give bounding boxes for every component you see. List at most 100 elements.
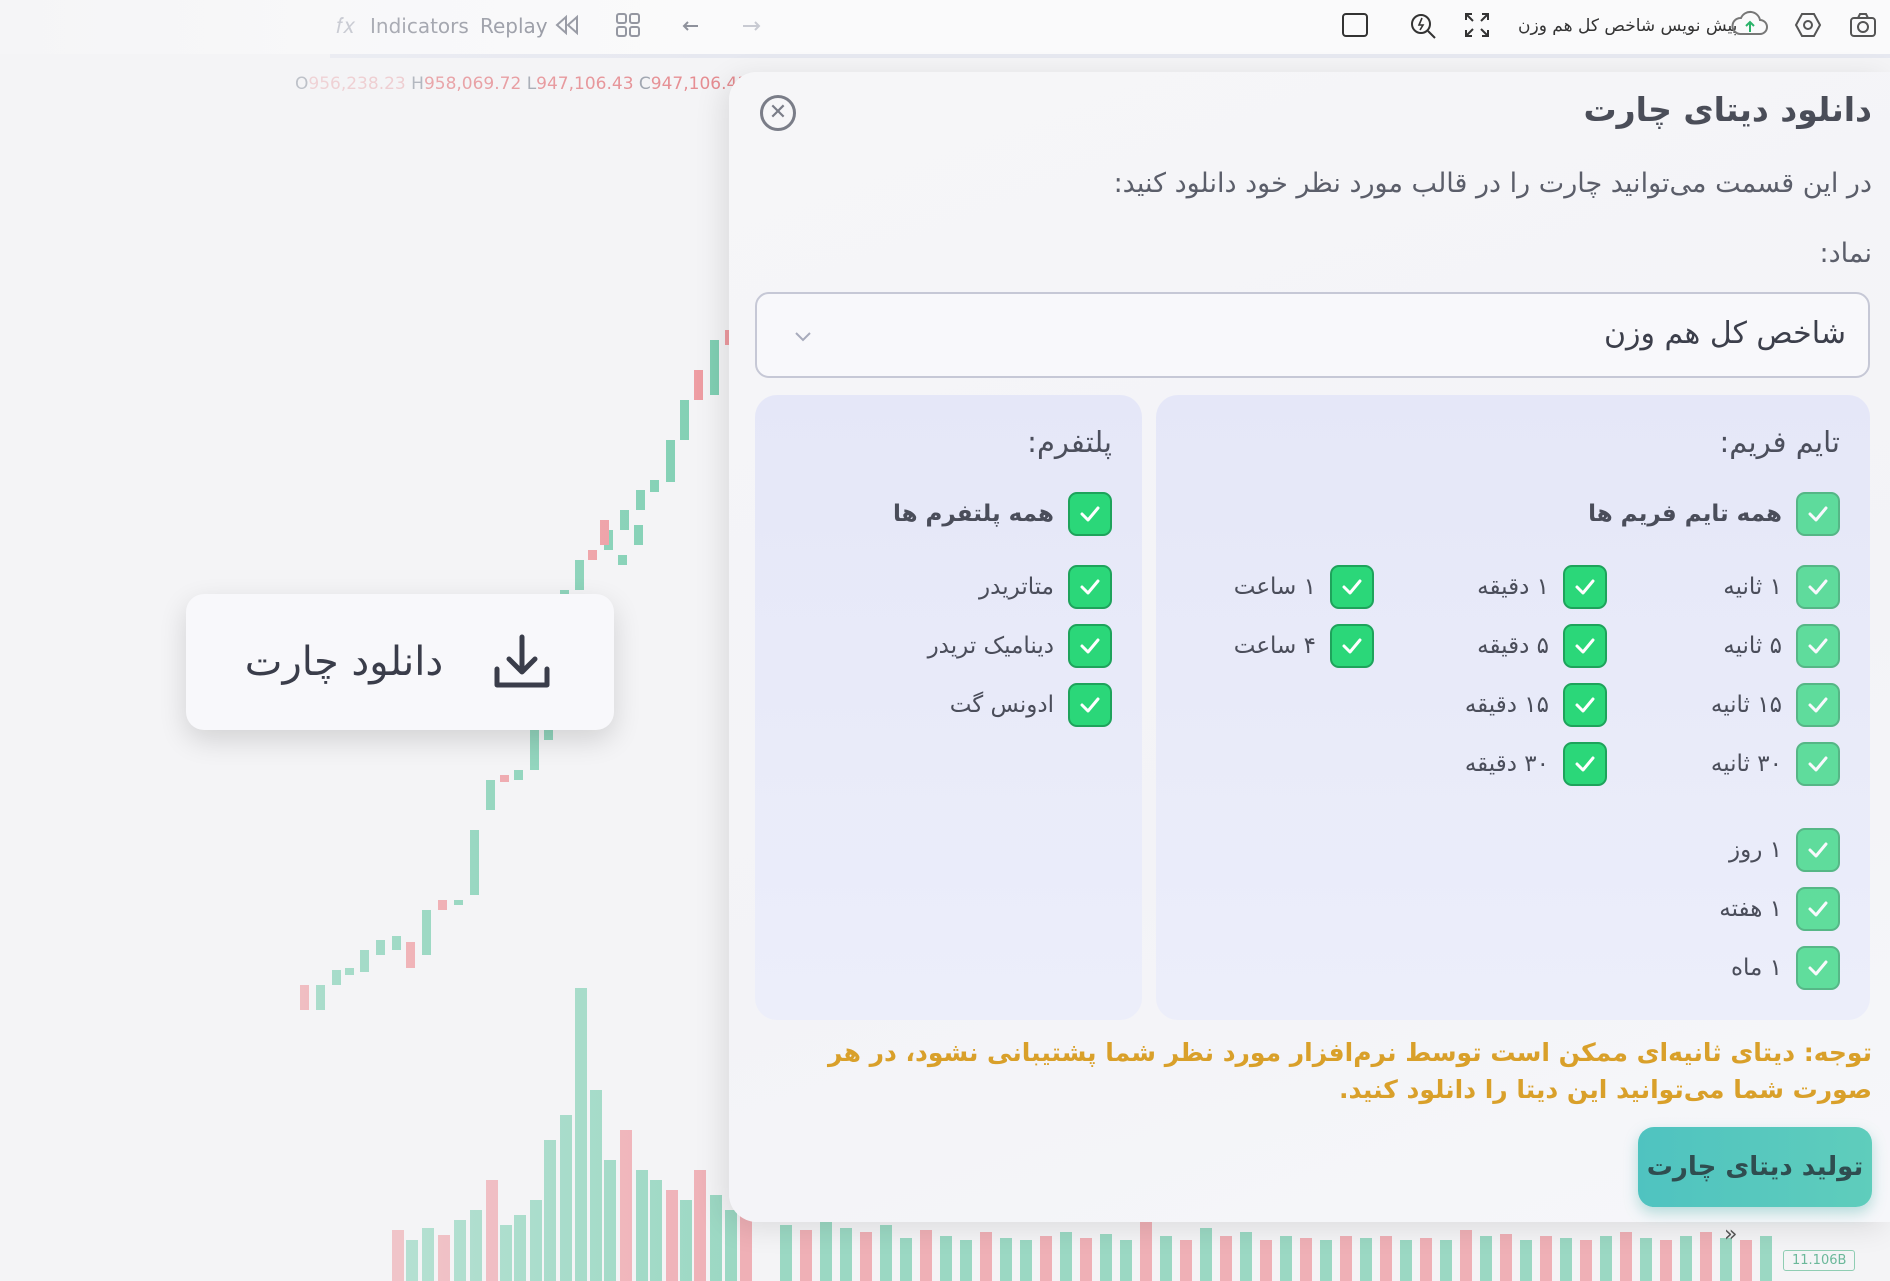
volume-bar	[1140, 1222, 1152, 1281]
volume-bar	[1200, 1228, 1212, 1281]
platform-checkbox-dynamic-trader[interactable]: دینامیک تریدر	[928, 624, 1112, 668]
checkbox[interactable]	[1068, 565, 1112, 609]
checkbox[interactable]	[1330, 624, 1374, 668]
volume-bar	[1300, 1238, 1312, 1281]
volume-bar	[438, 1235, 450, 1281]
dialog-title: دانلود دیتای چارت	[1583, 90, 1872, 129]
dialog-description: در این قسمت می‌توانید چارت را در قالب مو…	[1113, 168, 1872, 199]
candle	[650, 480, 659, 492]
candle	[345, 968, 354, 975]
toolbar-divider	[330, 54, 1890, 58]
volume-bar	[1700, 1232, 1712, 1281]
timeframe-checkbox-15s[interactable]: ۱۵ ثانیه	[1711, 683, 1840, 727]
indicators-button[interactable]: Indicators	[370, 14, 469, 38]
settings-icon[interactable]	[1793, 10, 1823, 40]
download-chart-dialog: دانلود دیتای چارت ✕ در این قسمت می‌توانی…	[729, 72, 1890, 1222]
chart-name: پیش نویس شاخص کل هم وزن	[1518, 16, 1738, 36]
check-icon	[1080, 638, 1100, 654]
checkbox-label: ۴ ساعت	[1233, 633, 1316, 659]
candle	[300, 985, 309, 1010]
checkbox[interactable]	[1796, 887, 1840, 931]
rewind-icon[interactable]	[552, 10, 582, 40]
chart-toolbar: 𝑓𝑥 Indicators Replay پیش نویس شاخص کل هم…	[0, 0, 1890, 54]
timeframe-panel: تایم فریم: همه تایم فریم ها ۱ ثانیه ۵ ثا…	[1156, 395, 1870, 1020]
platform-checkbox-advance-get[interactable]: ادونس گت	[950, 683, 1112, 727]
layout-grid-icon[interactable]	[613, 10, 643, 40]
timeframe-checkbox-5s[interactable]: ۵ ثانیه	[1723, 624, 1840, 668]
platform-checkbox-metatrader[interactable]: متاتریدر	[979, 565, 1112, 609]
candle	[422, 910, 431, 955]
checkbox[interactable]	[1068, 624, 1112, 668]
volume-bar	[1400, 1240, 1412, 1281]
checkbox-label: ۱ دقیقه	[1477, 574, 1549, 600]
candle	[634, 525, 643, 545]
replay-button[interactable]: Replay	[480, 14, 548, 38]
checkbox[interactable]	[1796, 624, 1840, 668]
checkbox[interactable]	[1330, 565, 1374, 609]
checkbox[interactable]	[1796, 683, 1840, 727]
volume-bar	[1120, 1240, 1132, 1281]
volume-bar	[575, 988, 587, 1281]
checkbox[interactable]	[1796, 946, 1840, 990]
quick-search-icon[interactable]	[1408, 10, 1438, 40]
check-icon	[1808, 506, 1828, 522]
candle	[360, 950, 369, 972]
timeframe-checkbox-1m[interactable]: ۱ دقیقه	[1477, 565, 1607, 609]
checkbox[interactable]	[1563, 683, 1607, 727]
timeframe-checkbox-1d[interactable]: ۱ روز	[1729, 828, 1840, 872]
scroll-right-icon[interactable]: »	[1724, 1222, 1737, 1247]
camera-icon[interactable]	[1848, 10, 1878, 40]
timeframe-checkbox-4h[interactable]: ۴ ساعت	[1234, 624, 1374, 668]
generate-chart-data-button[interactable]: تولید دیتای چارت	[1638, 1127, 1872, 1207]
checkbox-label: ۵ دقیقه	[1477, 633, 1549, 659]
checkbox-label: ۱ روز	[1729, 837, 1782, 863]
timeframe-checkbox-1mo[interactable]: ۱ ماه	[1731, 946, 1840, 990]
check-icon	[1080, 579, 1100, 595]
checkbox[interactable]	[1796, 828, 1840, 872]
candle	[332, 970, 341, 985]
square-icon[interactable]	[1340, 10, 1370, 40]
checkbox[interactable]	[1068, 683, 1112, 727]
volume-bar	[422, 1228, 434, 1281]
checkbox[interactable]	[1563, 565, 1607, 609]
fx-icon[interactable]: 𝑓𝑥	[336, 14, 355, 39]
undo-icon[interactable]	[680, 10, 710, 40]
timeframe-checkbox-15m[interactable]: ۱۵ دقیقه	[1465, 683, 1607, 727]
volume-bar	[1760, 1236, 1772, 1281]
volume-bar	[1180, 1240, 1192, 1281]
download-chart-card[interactable]: دانلود چارت	[186, 594, 614, 730]
checkbox[interactable]	[1796, 742, 1840, 786]
volume-bar	[1480, 1236, 1492, 1281]
symbol-select[interactable]: شاخص کل هم وزن	[755, 292, 1870, 378]
timeframe-checkbox-1s[interactable]: ۱ ثانیه	[1723, 565, 1840, 609]
timeframe-checkbox-1h[interactable]: ۱ ساعت	[1234, 565, 1374, 609]
volume-bar	[1260, 1240, 1272, 1281]
checkbox-label: ۱ ثانیه	[1723, 574, 1782, 600]
timeframe-checkbox-30m[interactable]: ۳۰ دقیقه	[1465, 742, 1607, 786]
volume-bar	[1380, 1236, 1392, 1281]
timeframe-checkbox-1w[interactable]: ۱ هفته	[1719, 887, 1840, 931]
volume-bar	[620, 1130, 632, 1281]
candle	[694, 370, 703, 400]
fullscreen-icon[interactable]	[1462, 10, 1492, 40]
timeframe-checkbox-30s[interactable]: ۳۰ ثانیه	[1711, 742, 1840, 786]
volume-bar	[1340, 1236, 1352, 1281]
checkbox[interactable]	[1563, 742, 1607, 786]
checkbox[interactable]	[1796, 565, 1840, 609]
timeframe-all-checkbox[interactable]: همه تایم فریم ها	[1588, 492, 1840, 536]
volume-bar	[860, 1232, 872, 1281]
timeframe-checkbox-5m[interactable]: ۵ دقیقه	[1477, 624, 1607, 668]
redo-icon[interactable]	[733, 10, 763, 40]
volume-bar	[960, 1240, 972, 1281]
platform-all-checkbox[interactable]: همه پلتفرم ها	[893, 492, 1112, 536]
timeframe-title: تایم فریم:	[1719, 425, 1840, 459]
checkbox[interactable]	[1068, 492, 1112, 536]
checkbox[interactable]	[1563, 624, 1607, 668]
close-icon[interactable]: ✕	[760, 95, 796, 131]
volume-bar	[1160, 1236, 1172, 1281]
candle	[636, 490, 645, 510]
checkbox[interactable]	[1796, 492, 1840, 536]
platform-title: پلتفرم:	[1027, 425, 1112, 459]
cloud-save-icon[interactable]	[1730, 10, 1770, 40]
volume-bar	[1660, 1240, 1672, 1281]
